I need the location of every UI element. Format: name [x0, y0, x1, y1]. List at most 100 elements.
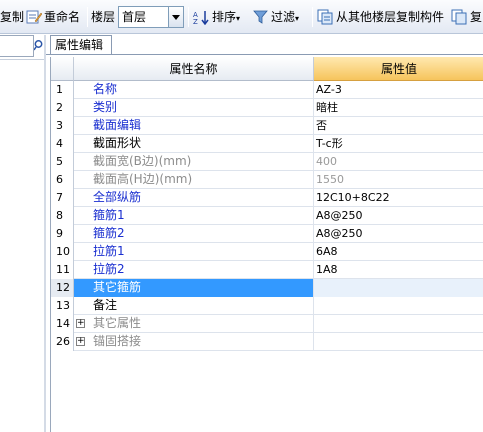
- property-name: 截面形状: [74, 135, 314, 153]
- grid-header: 属性名称 属性值: [51, 57, 483, 81]
- sort-button-label: 排序: [212, 10, 237, 24]
- row-number: 7: [51, 189, 74, 207]
- floor-label: 楼层: [91, 10, 116, 24]
- rename-icon: [26, 10, 42, 24]
- column-header-value[interactable]: 属性值: [314, 57, 483, 81]
- copy-from-floor-icon: [317, 9, 333, 25]
- chevron-down-icon[interactable]: [168, 7, 183, 27]
- tab-property-edit[interactable]: 属性编辑: [50, 35, 112, 55]
- table-row[interactable]: 1 名称 AZ-3: [51, 81, 483, 99]
- search-button[interactable]: [33, 35, 44, 57]
- table-row[interactable]: 8 箍筋1 A8@250: [51, 207, 483, 225]
- row-number: 4: [51, 135, 74, 153]
- property-name: 类别: [74, 99, 314, 117]
- table-row[interactable]: 10 拉筋1 6A8: [51, 243, 483, 261]
- property-name: 截面高(H边)(mm): [74, 171, 314, 189]
- rename-button[interactable]: 重命名: [44, 0, 80, 34]
- property-name: 其它属性: [74, 315, 314, 333]
- dropdown-arrow-icon: ▾: [295, 14, 300, 23]
- property-value[interactable]: 6A8: [314, 243, 483, 261]
- toolbar-separator: [312, 7, 313, 27]
- copy2-button[interactable]: 复: [470, 0, 482, 34]
- row-number: 13: [51, 297, 74, 315]
- property-value[interactable]: [314, 279, 483, 297]
- property-value[interactable]: A8@250: [314, 225, 483, 243]
- row-number: 3: [51, 117, 74, 135]
- property-value[interactable]: 12C10+8C22: [314, 189, 483, 207]
- toolbar-separator: [87, 7, 88, 27]
- table-row[interactable]: 14 其它属性 +: [51, 315, 483, 333]
- property-value[interactable]: [314, 333, 483, 351]
- property-value[interactable]: [314, 297, 483, 315]
- table-row[interactable]: 13 备注: [51, 297, 483, 315]
- filter-icon: [253, 10, 268, 24]
- property-name: 箍筋2: [74, 225, 314, 243]
- property-name: 锚固搭接: [74, 333, 314, 351]
- property-value[interactable]: 否: [314, 117, 483, 135]
- copy-button[interactable]: 复制: [0, 0, 24, 34]
- floor-select[interactable]: 首层: [118, 6, 184, 28]
- property-value[interactable]: 400: [314, 153, 483, 171]
- property-panel: 属性编辑 属性名称 属性值 1 名称 AZ-3 2 类别 暗柱 3 截面编辑 否: [46, 35, 483, 432]
- copy-from-other-floor-button[interactable]: 从其他楼层复制构件: [336, 0, 444, 34]
- row-number: 11: [51, 261, 74, 279]
- search-icon: [33, 40, 43, 51]
- row-number: 12: [51, 279, 74, 297]
- grid-rows: 1 名称 AZ-3 2 类别 暗柱 3 截面编辑 否 4 截面形状 T-c形 5: [51, 81, 483, 351]
- copy2-icon: [451, 9, 467, 25]
- row-number: 1: [51, 81, 74, 99]
- table-row[interactable]: 3 截面编辑 否: [51, 117, 483, 135]
- row-number: 5: [51, 153, 74, 171]
- table-row[interactable]: 7 全部纵筋 12C10+8C22: [51, 189, 483, 207]
- property-value[interactable]: T-c形: [314, 135, 483, 153]
- table-row-selected[interactable]: 12 其它箍筋: [51, 279, 483, 297]
- row-number: 2: [51, 99, 74, 117]
- property-value[interactable]: 1550: [314, 171, 483, 189]
- property-name: 拉筋2: [74, 261, 314, 279]
- property-name: 拉筋1: [74, 243, 314, 261]
- search-input[interactable]: [0, 35, 34, 57]
- property-name: 全部纵筋: [74, 189, 314, 207]
- filter-button-label: 过滤: [271, 10, 296, 24]
- property-name: 截面编辑: [74, 117, 314, 135]
- property-name: 备注: [74, 297, 314, 315]
- table-row[interactable]: 6 截面高(H边)(mm) 1550: [51, 171, 483, 189]
- property-name: 箍筋1: [74, 207, 314, 225]
- filter-button[interactable]: 过滤▾: [271, 0, 299, 34]
- toolbar-separator: [188, 7, 189, 27]
- row-number: 14: [51, 315, 74, 333]
- row-number: 26: [51, 333, 74, 351]
- column-header-name[interactable]: 属性名称: [74, 57, 314, 81]
- table-row[interactable]: 5 截面宽(B边)(mm) 400: [51, 153, 483, 171]
- property-value[interactable]: 暗柱: [314, 99, 483, 117]
- component-tree[interactable]: [0, 59, 44, 432]
- dropdown-arrow-icon: ▾: [236, 14, 241, 23]
- table-row[interactable]: 26 锚固搭接 +: [51, 333, 483, 351]
- toolbar: 复制 重命名 楼层 首层 A Z 排序▾ 过滤▾ 从其他楼层复制构件 复: [0, 0, 483, 34]
- table-row[interactable]: 9 箍筋2 A8@250: [51, 225, 483, 243]
- expand-plus-icon[interactable]: +: [76, 337, 85, 346]
- sort-button[interactable]: 排序▾: [212, 0, 240, 34]
- property-value[interactable]: A8@250: [314, 207, 483, 225]
- property-value[interactable]: 1A8: [314, 261, 483, 279]
- row-number: 6: [51, 171, 74, 189]
- table-row[interactable]: 4 截面形状 T-c形: [51, 135, 483, 153]
- property-name: 截面宽(B边)(mm): [74, 153, 314, 171]
- expand-plus-icon[interactable]: +: [76, 319, 85, 328]
- floor-select-value: 首层: [122, 10, 147, 24]
- sort-icon: A Z: [193, 11, 209, 25]
- property-value[interactable]: AZ-3: [314, 81, 483, 99]
- property-grid: 属性名称 属性值 1 名称 AZ-3 2 类别 暗柱 3 截面编辑 否 4 截面…: [50, 57, 483, 432]
- row-number: 10: [51, 243, 74, 261]
- row-number: 8: [51, 207, 74, 225]
- table-row[interactable]: 2 类别 暗柱: [51, 99, 483, 117]
- row-number-header: [51, 57, 74, 81]
- tab-divider: [46, 54, 483, 55]
- property-name: 名称: [74, 81, 314, 99]
- left-panel: [0, 35, 44, 432]
- table-row[interactable]: 11 拉筋2 1A8: [51, 261, 483, 279]
- property-name: 其它箍筋: [74, 279, 314, 297]
- row-number: 9: [51, 225, 74, 243]
- property-value[interactable]: [314, 315, 483, 333]
- svg-text:Z: Z: [193, 18, 198, 25]
